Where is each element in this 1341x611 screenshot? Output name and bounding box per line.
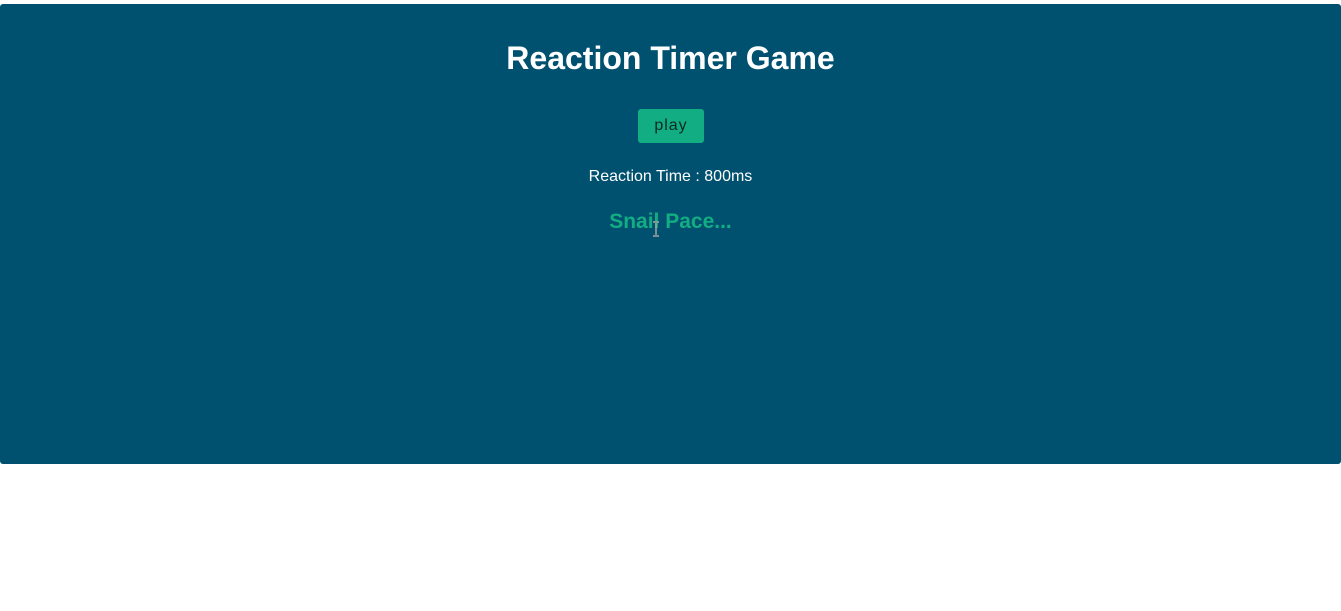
- reaction-time-value: 800ms: [704, 168, 753, 185]
- text-cursor-icon: [653, 221, 659, 237]
- result-verdict: Snail Pace...: [609, 210, 732, 233]
- game-panel: Reaction Timer Game play Reaction Time :…: [0, 4, 1341, 464]
- page-title: Reaction Timer Game: [506, 40, 835, 76]
- play-button[interactable]: play: [638, 109, 704, 143]
- reaction-time-display: Reaction Time : 800ms: [0, 167, 1341, 187]
- reaction-time-label: Reaction Time :: [588, 168, 705, 185]
